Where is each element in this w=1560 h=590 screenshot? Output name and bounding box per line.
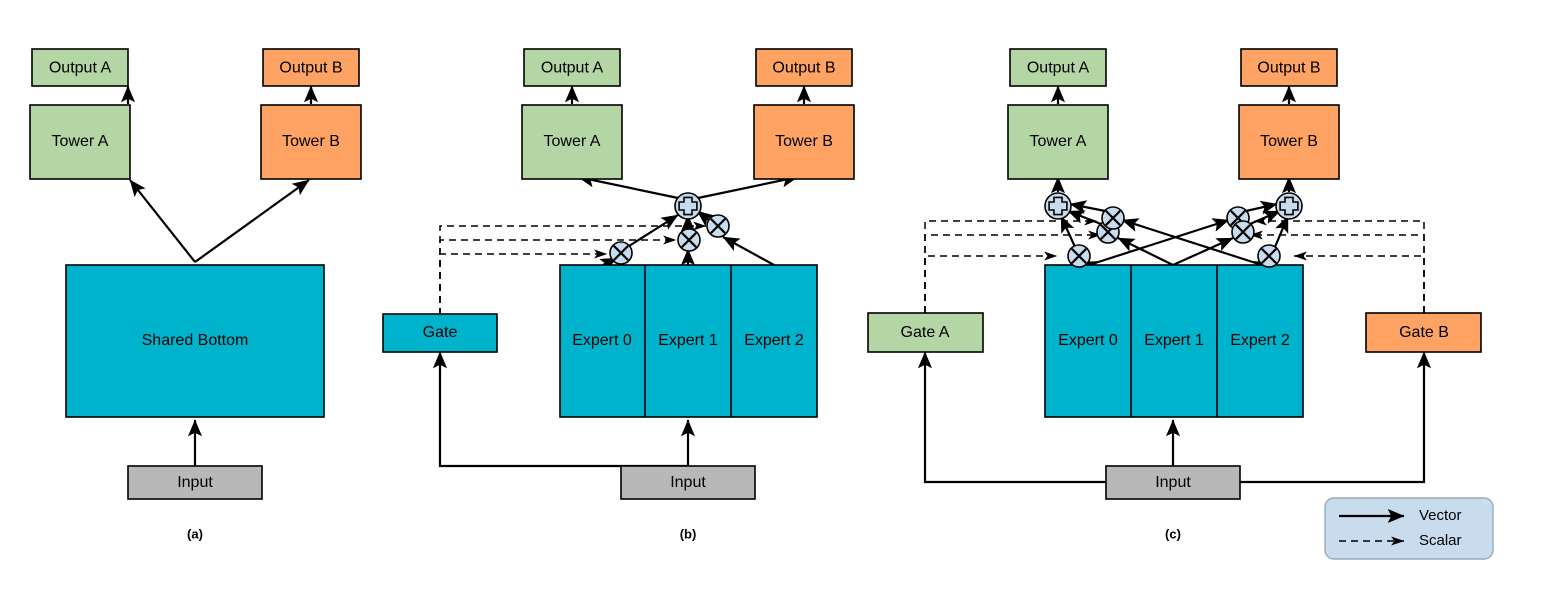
node-tower-a-label: Tower A: [52, 133, 109, 150]
node-b-tower-a-label: Tower A: [544, 133, 601, 150]
edge-b-sum-to-tower-a: [577, 173, 679, 200]
node-b-expert-1-label: Expert 1: [658, 332, 718, 349]
node-c-expert-0-label: Expert 0: [1058, 332, 1118, 349]
node-c-experts: Expert 0 Expert 1 Expert 2: [1044, 264, 1304, 418]
node-c-tower-b: Tower B: [1238, 104, 1340, 180]
node-shared-bottom: Shared Bottom: [65, 264, 325, 418]
plus-operator-icon: [674, 192, 702, 220]
panel-a-caption: (a): [187, 526, 203, 541]
multiply-operator-icon: [677, 228, 701, 252]
edge-c-multB0-to-sum-b: [1245, 200, 1278, 215]
edge-c-gate-b-to-multB2: [1293, 251, 1425, 313]
panel-c: Output A Tower A Output B Tower B Gate A…: [867, 48, 1482, 541]
edge-shared-bottom-to-tower-a: [129, 179, 196, 263]
node-input-a-label: Input: [177, 474, 213, 491]
node-b-gate: Gate: [382, 313, 498, 353]
node-output-b-label: Output B: [279, 60, 342, 77]
node-c-output-b-label: Output B: [1257, 60, 1320, 77]
multiply-operator-icon: [706, 214, 730, 238]
edge-c-multA1-to-sum-a: [1067, 209, 1102, 226]
plus-operator-icon: [1275, 192, 1303, 220]
panel-c-caption: (c): [1165, 526, 1181, 541]
node-tower-a: Tower A: [29, 104, 131, 180]
edge-b-mult0-to-sum: [628, 214, 679, 247]
node-b-expert-0-label: Expert 0: [572, 332, 632, 349]
panel-b: Output A Tower A Output B Tower B Gate E…: [382, 48, 855, 541]
panel-b-caption: (b): [680, 526, 697, 541]
node-c-input: Input: [1105, 465, 1241, 500]
node-b-output-a: Output A: [523, 48, 621, 87]
node-output-a-label: Output A: [49, 60, 112, 77]
edge-b-expert2-to-mult2: [722, 236, 775, 266]
node-b-gate-label: Gate: [423, 324, 458, 341]
edge-c-expert1-to-multA1: [1117, 237, 1174, 266]
edge-shared-bottom-to-tower-b: [194, 179, 310, 263]
legend-background: [1324, 497, 1494, 560]
node-c-output-a: Output A: [1009, 48, 1107, 87]
node-c-gate-b: Gate B: [1365, 312, 1482, 353]
edge-c-multA2-to-sum-a: [1069, 200, 1106, 215]
edge-b-sum-to-tower-b: [697, 173, 799, 200]
node-output-a: Output A: [31, 48, 129, 87]
node-c-expert-2-label: Expert 2: [1230, 332, 1290, 349]
node-b-tower-b-label: Tower B: [775, 133, 833, 150]
node-c-gate-b-label: Gate B: [1399, 324, 1449, 341]
node-c-gate-a-label: Gate A: [901, 324, 950, 341]
node-c-input-label: Input: [1155, 474, 1191, 491]
multiply-operator-icon: [1067, 244, 1091, 268]
node-b-input: Input: [620, 465, 756, 500]
node-tower-b: Tower B: [260, 104, 362, 180]
node-shared-bottom-label: Shared Bottom: [142, 332, 249, 349]
multiply-operator-icon: [1257, 244, 1281, 268]
multiply-operator-icon: [1101, 206, 1125, 230]
multiply-operator-icon: [1231, 220, 1255, 244]
node-c-expert-1-label: Expert 1: [1144, 332, 1204, 349]
node-c-output-a-label: Output A: [1027, 60, 1090, 77]
node-b-output-b: Output B: [755, 48, 853, 87]
legend: Vector Scalar: [1324, 497, 1494, 560]
edge-c-expert1-to-multB1: [1172, 236, 1234, 267]
node-output-b: Output B: [262, 48, 360, 87]
architecture-diagram: Output A Tower A Output B Tower B Shared…: [29, 48, 1494, 560]
node-tower-b-label: Tower B: [282, 133, 340, 150]
node-b-input-label: Input: [670, 474, 706, 491]
node-b-output-b-label: Output B: [772, 60, 835, 77]
edge-c-multB1-to-sum-b: [1249, 209, 1281, 226]
node-b-experts: Expert 0 Expert 1 Expert 2: [559, 264, 818, 418]
node-c-tower-a-label: Tower A: [1030, 133, 1087, 150]
node-b-expert-2-label: Expert 2: [744, 332, 804, 349]
node-input-a: Input: [127, 465, 263, 500]
plus-operator-icon: [1044, 192, 1072, 220]
node-b-tower-a: Tower A: [521, 104, 623, 180]
legend-item-vector-label: Vector: [1419, 507, 1462, 524]
edge-c-gate-a-to-multA0: [924, 251, 1058, 313]
node-b-tower-b: Tower B: [753, 104, 855, 180]
node-c-tower-a: Tower A: [1007, 104, 1109, 180]
node-b-output-a-label: Output A: [541, 60, 604, 77]
legend-item-scalar-label: Scalar: [1419, 532, 1462, 549]
panel-a: Output A Tower A Output B Tower B Shared…: [29, 48, 362, 541]
node-c-tower-b-label: Tower B: [1260, 133, 1318, 150]
node-c-gate-a: Gate A: [867, 312, 984, 353]
multiply-operator-icon: [609, 241, 633, 265]
node-c-output-b: Output B: [1240, 48, 1338, 87]
